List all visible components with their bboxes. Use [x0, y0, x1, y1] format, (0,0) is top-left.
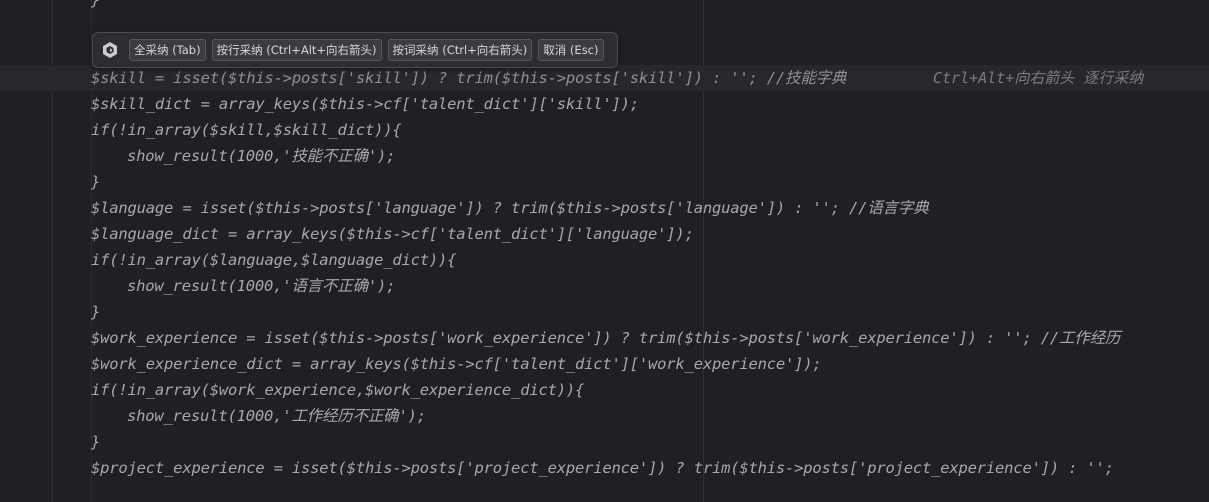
code-line-5[interactable]: } [91, 169, 100, 195]
code-line-14[interactable]: show_result(1000,'工作经历不正确'); [127, 403, 426, 429]
code-line-3[interactable]: if(!in_array($skill,$skill_dict)){ [91, 117, 402, 143]
code-line-15[interactable]: } [91, 429, 100, 455]
code-line-6[interactable]: $language = isset($this->posts['language… [91, 195, 929, 221]
code-line-11[interactable]: $work_experience = isset($this->posts['w… [91, 325, 1120, 351]
code-editor[interactable]: } $skill = isset($this->posts['skill']) … [0, 0, 1209, 502]
code-line-9[interactable]: show_result(1000,'语言不正确'); [127, 273, 395, 299]
code-line-12[interactable]: $work_experience_dict = array_keys($this… [91, 351, 822, 377]
code-line-1[interactable]: $skill = isset($this->posts['skill']) ? … [91, 65, 846, 91]
accept-word-button[interactable]: 按词采纳 (Ctrl+向右箭头) [387, 39, 533, 61]
code-line-7[interactable]: $language_dict = array_keys($this->cf['t… [91, 221, 694, 247]
cancel-button[interactable]: 取消 (Esc) [538, 39, 604, 61]
code-line-2[interactable]: $skill_dict = array_keys($this->cf['tale… [91, 91, 639, 117]
code-line-4[interactable]: show_result(1000,'技能不正确'); [127, 143, 395, 169]
code-line-16[interactable]: $project_experience = isset($this->posts… [91, 455, 1114, 481]
code-line-10[interactable]: } [91, 299, 100, 325]
ai-assistant-logo-icon [99, 39, 121, 61]
accept-all-button[interactable]: 全采纳 (Tab) [129, 39, 206, 61]
accept-line-button[interactable]: 按行采纳 (Ctrl+Alt+向右箭头) [211, 39, 382, 61]
ai-suggestion-toolbar: 全采纳 (Tab) 按行采纳 (Ctrl+Alt+向右箭头) 按词采纳 (Ctr… [92, 32, 618, 68]
code-line-13[interactable]: if(!in_array($work_experience,$work_expe… [91, 377, 584, 403]
code-line-brace-top[interactable]: } [91, 0, 100, 13]
inline-accept-hint: Ctrl+Alt+向右箭头 逐行采纳 [933, 69, 1144, 87]
code-line-8[interactable]: if(!in_array($language,$language_dict)){ [91, 247, 456, 273]
